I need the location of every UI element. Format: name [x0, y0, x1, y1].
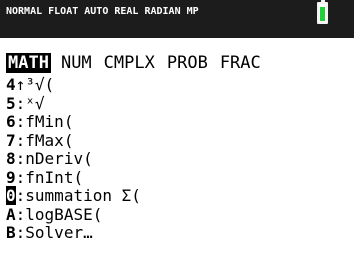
menu-item-separator: :	[15, 223, 26, 242]
tab-math[interactable]: MATH	[6, 53, 51, 73]
tab-num[interactable]: NUM	[59, 53, 94, 73]
tab-frac[interactable]: FRAC	[218, 53, 263, 73]
menu-item-separator: :	[15, 149, 26, 168]
menu-item-label: logBASE(	[25, 204, 103, 224]
menu-item-key: A	[6, 204, 16, 224]
menu-item-logbase[interactable]: A:logBASE(	[6, 204, 141, 225]
tab-cmplx[interactable]: CMPLX	[102, 53, 157, 73]
menu-item-solver[interactable]: B:Solver…	[6, 223, 141, 243]
math-menu-list: 4↑³√( 5:ˣ√ 6:fMin( 7:fMax( 8:nDeriv( 9:f…	[6, 75, 141, 243]
menu-item-label: fnInt(	[25, 167, 84, 187]
battery-level	[320, 7, 325, 21]
tab-prob[interactable]: PROB	[165, 53, 210, 73]
menu-item-label: summation Σ(	[25, 186, 141, 205]
menu-item-key: 7	[6, 130, 16, 150]
menu-item-key: 4	[6, 75, 16, 94]
menu-item-key: 9	[6, 167, 16, 187]
menu-item-key: 8	[6, 149, 16, 168]
menu-item-separator: :	[15, 204, 26, 224]
menu-item-fmin[interactable]: 6:fMin(	[6, 112, 141, 132]
menu-tabs: MATH NUM CMPLX PROB FRAC	[6, 52, 271, 74]
menu-item-label: nDeriv(	[25, 149, 93, 168]
menu-item-key: 6	[6, 112, 16, 131]
menu-item-label: fMax(	[25, 130, 74, 150]
menu-item-separator: :	[15, 130, 26, 150]
battery-cap	[321, 0, 325, 3]
menu-item-nderiv[interactable]: 8:nDeriv(	[6, 149, 141, 169]
menu-item-xth-root[interactable]: 5:ˣ√	[6, 93, 141, 114]
scroll-up-arrow-icon: ↑	[15, 75, 26, 94]
menu-item-key: 5	[6, 93, 16, 113]
menu-item-cube-root[interactable]: 4↑³√(	[6, 75, 141, 95]
menu-item-summation[interactable]: 0:summation Σ(	[6, 186, 141, 206]
menu-item-separator: :	[15, 186, 26, 205]
menu-item-key: B	[6, 223, 16, 242]
menu-item-separator: :	[15, 167, 26, 187]
menu-item-label: fMin(	[25, 112, 74, 131]
menu-item-label: ³√(	[25, 75, 55, 94]
menu-item-separator: :	[15, 93, 26, 113]
battery-icon	[317, 0, 328, 24]
menu-item-fmax[interactable]: 7:fMax(	[6, 130, 141, 151]
menu-item-key-selected: 0	[6, 186, 16, 205]
menu-item-label: Solver…	[25, 223, 93, 242]
calculator-screen: NORMAL FLOAT AUTO REAL RADIAN MP MATH NU…	[0, 0, 354, 267]
menu-item-label: ˣ√	[25, 93, 45, 113]
mode-status-text: NORMAL FLOAT AUTO REAL RADIAN MP	[6, 6, 199, 17]
status-bar: NORMAL FLOAT AUTO REAL RADIAN MP	[0, 0, 354, 38]
menu-item-fnint[interactable]: 9:fnInt(	[6, 167, 141, 188]
menu-item-separator: :	[15, 112, 26, 131]
